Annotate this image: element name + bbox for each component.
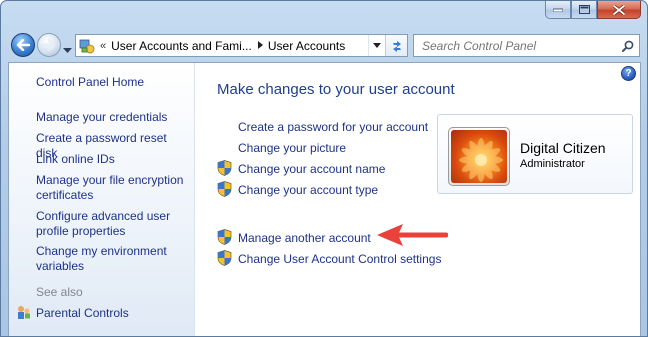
sidebar-control-panel-home[interactable]: Control Panel Home — [36, 75, 191, 90]
page-title: Make changes to your user account — [217, 81, 455, 98]
help-icon: ? — [625, 68, 632, 79]
address-bar[interactable]: « User Accounts and Fami... User Account… — [75, 34, 408, 57]
breadcrumb-user-accounts-family[interactable]: User Accounts and Fami... — [111, 39, 252, 53]
address-controls — [368, 35, 407, 56]
chevron-down-icon — [373, 43, 381, 48]
caption-buttons — [545, 1, 641, 19]
see-also-heading: See also — [36, 285, 83, 299]
flower-image — [451, 130, 507, 183]
sidebar-environment-variables[interactable]: Change my environment variables — [36, 244, 191, 273]
control-panel-icon — [79, 38, 95, 54]
task-change-account-type[interactable]: Change your account type — [238, 183, 378, 197]
parental-controls-icon — [18, 306, 30, 319]
help-button[interactable]: ? — [621, 66, 636, 81]
sidebar-file-encryption-certificates[interactable]: Manage your file encryption certificates — [36, 173, 191, 202]
uac-shield-icon — [217, 229, 232, 245]
chevron-down-icon — [63, 48, 72, 53]
account-role: Administrator — [520, 158, 585, 170]
account-picture — [448, 127, 510, 186]
search-input[interactable] — [414, 35, 617, 56]
back-arrow-icon — [16, 39, 30, 51]
maximize-icon — [578, 5, 590, 14]
uac-shield-icon — [217, 250, 232, 266]
sidebar-link-online-ids[interactable]: Link online IDs — [36, 152, 191, 167]
task-create-password[interactable]: Create a password for your account — [238, 120, 428, 134]
breadcrumb-separator-icon[interactable] — [257, 40, 263, 52]
user-accounts-window: « User Accounts and Fami... User Account… — [0, 0, 648, 337]
forward-arrow-icon — [42, 39, 56, 51]
account-card: Digital Citizen Administrator — [437, 114, 633, 194]
account-name: Digital Citizen — [520, 140, 606, 156]
task-change-picture[interactable]: Change your picture — [238, 141, 346, 155]
search-icon — [622, 40, 634, 52]
search-box — [413, 34, 640, 57]
task-change-uac-settings[interactable]: Change User Account Control settings — [238, 252, 441, 266]
refresh-icon — [392, 40, 401, 52]
content-area: Control Panel Home Manage your credentia… — [8, 62, 641, 336]
uac-shield-icon — [217, 160, 232, 176]
sidebar-parental-controls[interactable]: Parental Controls — [36, 306, 191, 321]
back-button[interactable] — [11, 33, 35, 57]
task-change-account-name[interactable]: Change your account name — [238, 162, 385, 176]
sidebar-manage-credentials[interactable]: Manage your credentials — [36, 110, 191, 125]
main-pane: ? Make changes to your user account Crea… — [196, 63, 640, 336]
annotation-arrow-icon — [377, 224, 448, 246]
breadcrumb-overflow[interactable]: « — [100, 40, 106, 52]
maximize-button[interactable] — [571, 1, 597, 19]
minimize-button[interactable] — [545, 1, 571, 19]
refresh-button[interactable] — [385, 35, 407, 56]
navigation-bar: « User Accounts and Fami... User Account… — [1, 31, 647, 59]
close-button[interactable] — [597, 1, 641, 19]
recent-pages-dropdown[interactable] — [63, 41, 72, 59]
task-pane: Control Panel Home Manage your credentia… — [9, 63, 195, 336]
address-history-dropdown[interactable] — [368, 35, 385, 56]
task-manage-another-account[interactable]: Manage another account — [238, 231, 371, 245]
forward-button[interactable] — [37, 33, 61, 57]
close-icon — [613, 4, 625, 15]
uac-shield-icon — [217, 181, 232, 197]
minimize-icon — [553, 8, 563, 12]
breadcrumb-user-accounts[interactable]: User Accounts — [268, 39, 345, 53]
search-button[interactable] — [617, 35, 639, 56]
sidebar-advanced-profile-properties[interactable]: Configure advanced user profile properti… — [36, 209, 191, 238]
